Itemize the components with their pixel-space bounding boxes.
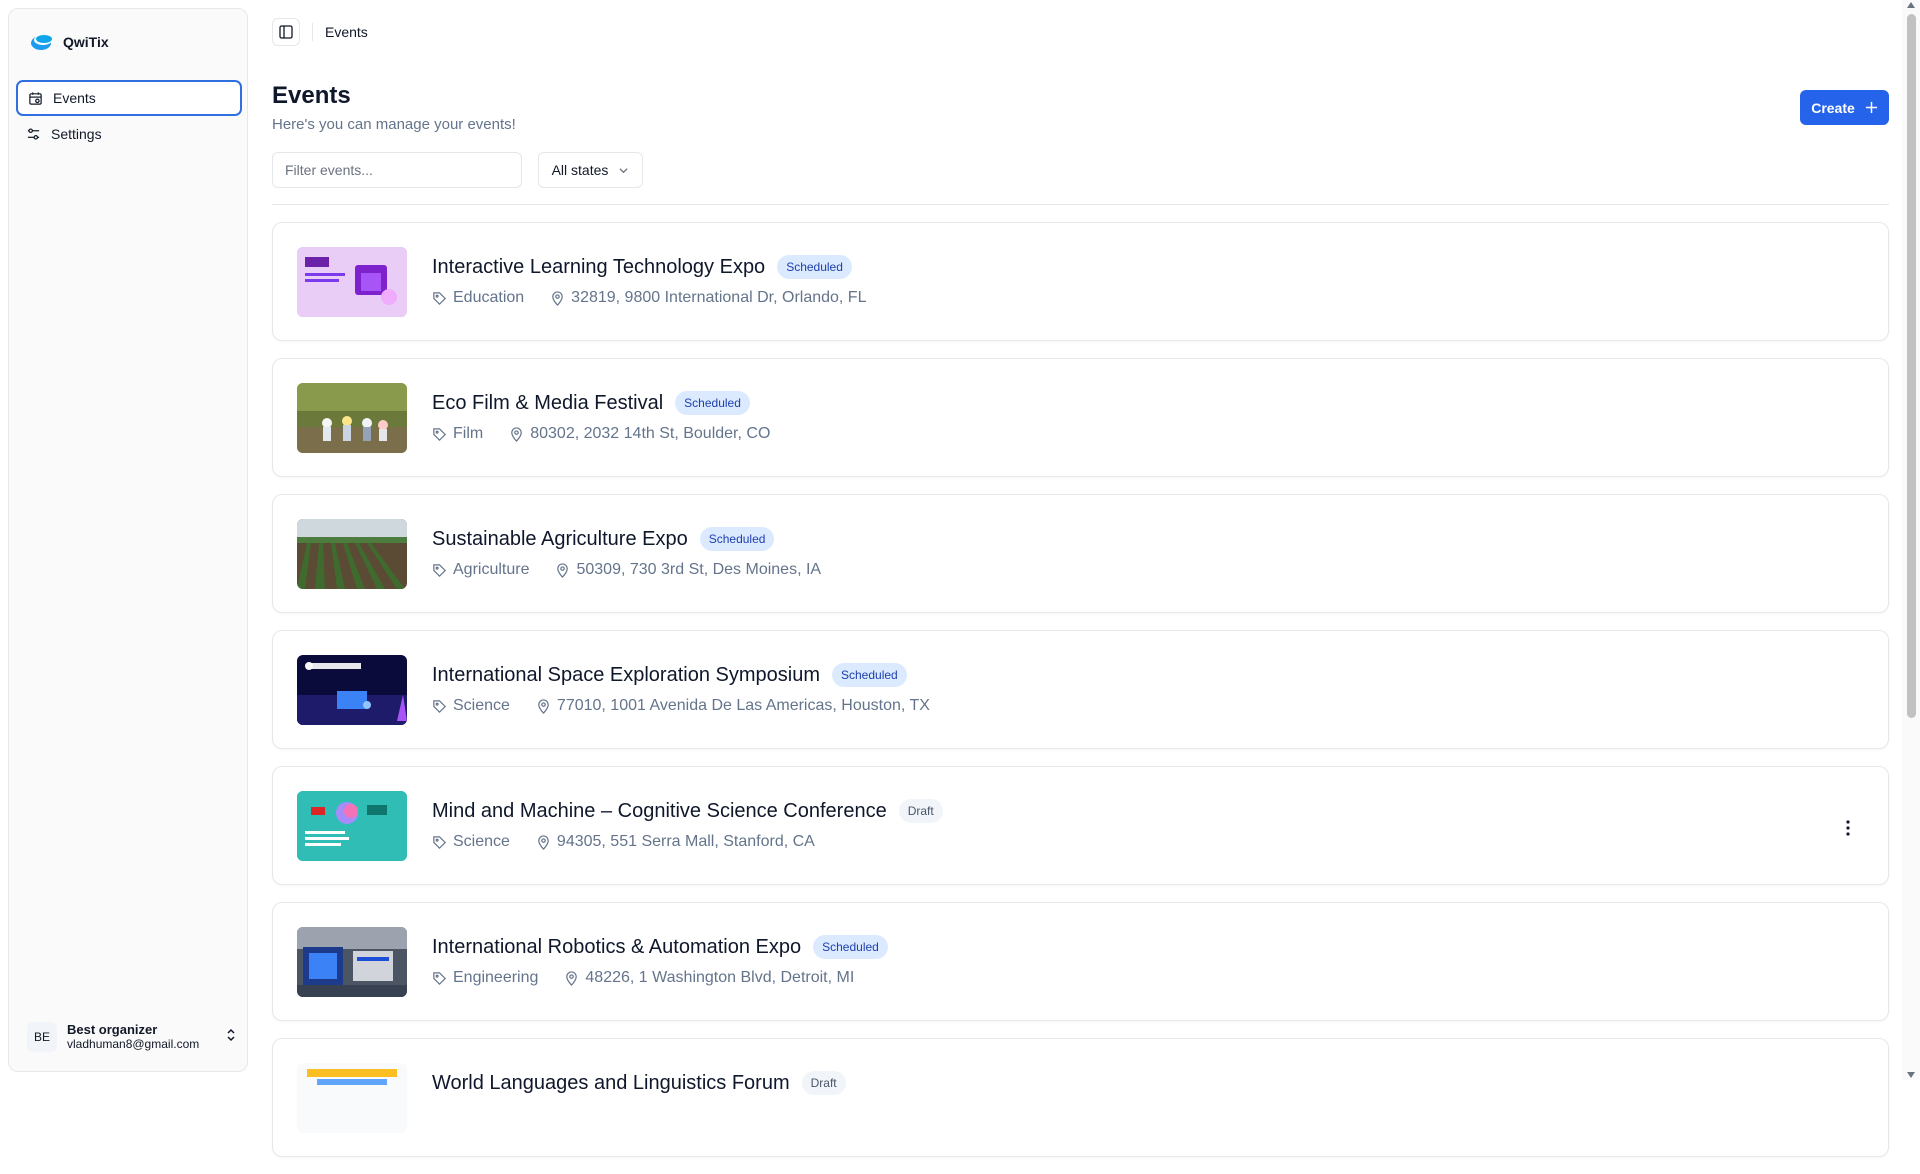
- state-select-label: All states: [551, 162, 609, 178]
- scroll-up-icon[interactable]: [1907, 2, 1915, 8]
- user-email: vladhuman8@gmail.com: [67, 1036, 200, 1051]
- status-badge: Scheduled: [832, 663, 907, 687]
- tag-icon: [433, 699, 446, 713]
- chevron-down-icon: [619, 167, 629, 173]
- breadcrumb[interactable]: Events: [325, 24, 368, 40]
- state-select[interactable]: All states: [538, 152, 643, 188]
- event-location: 77010, 1001 Avenida De Las Americas, Hou…: [556, 697, 930, 714]
- event-name[interactable]: Mind and Machine – Cognitive Science Con…: [432, 800, 887, 823]
- event-category: Science: [453, 833, 510, 850]
- status-badge: Scheduled: [699, 527, 775, 551]
- more-options-icon[interactable]: [1844, 819, 1852, 837]
- panel-left-icon: [279, 25, 293, 39]
- page-subtitle: Here's you can manage your events!: [272, 116, 516, 133]
- sidebar-nav: Events Settings: [16, 80, 242, 152]
- map-pin-icon: [511, 426, 523, 442]
- event-thumbnail: [297, 791, 407, 861]
- event-location: 80302, 2032 14th St, Boulder, CO: [530, 425, 771, 442]
- event-card[interactable]: Eco Film & Media Festival Scheduled Film…: [272, 358, 1889, 477]
- brand[interactable]: QwiTix: [29, 31, 109, 53]
- event-name[interactable]: Interactive Learning Technology Expo: [432, 256, 765, 279]
- sidebar: QwiTix Events Settings BE Best organizer…: [8, 8, 248, 1072]
- event-card[interactable]: International Robotics & Automation Expo…: [272, 902, 1889, 1021]
- event-location: 50309, 730 3rd St, Des Moines, IA: [576, 561, 822, 578]
- event-card[interactable]: World Languages and Linguistics Forum Dr…: [272, 1038, 1889, 1157]
- event-card[interactable]: Mind and Machine – Cognitive Science Con…: [272, 766, 1889, 885]
- sidebar-item-label: Settings: [51, 126, 102, 142]
- app-name: QwiTix: [63, 34, 109, 50]
- event-location: 32819, 9800 International Dr, Orlando, F…: [571, 289, 867, 306]
- page-header: Events Here's you can manage your events…: [272, 82, 516, 133]
- tag-icon: [433, 971, 446, 985]
- event-name[interactable]: World Languages and Linguistics Forum: [432, 1072, 790, 1095]
- status-badge: Draft: [801, 1071, 846, 1095]
- event-card[interactable]: Interactive Learning Technology Expo Sch…: [272, 222, 1889, 341]
- user-name: Best organizer: [67, 1021, 158, 1037]
- filter-events-input[interactable]: [272, 152, 522, 188]
- qwitix-logo-icon: [31, 35, 52, 50]
- event-thumbnail: [297, 519, 407, 589]
- scroll-down-icon[interactable]: [1907, 1072, 1915, 1078]
- event-thumbnail: [297, 927, 407, 997]
- sidebar-item-label: Events: [53, 90, 96, 106]
- event-category: Education: [453, 289, 525, 306]
- event-name[interactable]: International Space Exploration Symposiu…: [432, 664, 820, 687]
- event-category: Film: [453, 425, 484, 442]
- scrollbar[interactable]: [1902, 0, 1920, 1080]
- tag-icon: [433, 835, 446, 849]
- create-button-label: Create: [1811, 99, 1855, 116]
- event-thumbnail: [297, 383, 407, 453]
- topbar: Events: [272, 18, 368, 46]
- filters-bar: All states: [272, 152, 643, 188]
- map-pin-icon: [552, 290, 563, 306]
- status-badge: Scheduled: [675, 391, 750, 415]
- page-title: Events: [272, 82, 351, 109]
- tag-icon: [433, 291, 446, 305]
- sidebar-item-events[interactable]: Events: [16, 80, 242, 116]
- event-name[interactable]: Eco Film & Media Festival: [432, 392, 663, 415]
- plus-icon: [1865, 101, 1877, 114]
- divider: [272, 204, 1889, 205]
- scroll-thumb[interactable]: [1907, 14, 1916, 718]
- event-card[interactable]: Sustainable Agriculture Expo Scheduled A…: [272, 494, 1889, 613]
- sliders-icon: [27, 127, 40, 140]
- event-thumbnail: [297, 247, 407, 317]
- event-name[interactable]: International Robotics & Automation Expo: [432, 936, 801, 959]
- map-pin-icon: [566, 970, 578, 986]
- event-thumbnail: [297, 655, 407, 725]
- sidebar-item-settings[interactable]: Settings: [16, 116, 242, 152]
- event-category: Engineering: [453, 969, 539, 986]
- events-list: Interactive Learning Technology Expo Sch…: [272, 222, 1889, 1174]
- map-pin-icon: [557, 562, 569, 578]
- event-card[interactable]: International Space Exploration Symposiu…: [272, 630, 1889, 749]
- chevrons-up-down-icon[interactable]: [225, 1027, 237, 1048]
- event-category: Science: [453, 697, 510, 714]
- create-button[interactable]: Create: [1800, 90, 1889, 125]
- event-thumbnail: [297, 1063, 407, 1133]
- event-location: 48226, 1 Washington Blvd, Detroit, MI: [585, 969, 855, 986]
- map-pin-icon: [538, 698, 549, 714]
- status-badge: Scheduled: [813, 935, 888, 959]
- event-name[interactable]: Sustainable Agriculture Expo: [432, 528, 688, 551]
- event-category: Agriculture: [453, 561, 530, 578]
- tag-icon: [433, 563, 446, 577]
- avatar: BE: [27, 1022, 57, 1052]
- sidebar-toggle-button[interactable]: [272, 18, 300, 46]
- event-location: 94305, 551 Serra Mall, Stanford, CA: [556, 833, 815, 850]
- tag-icon: [433, 427, 446, 441]
- status-badge: Draft: [898, 799, 943, 823]
- user-menu[interactable]: BE Best organizer vladhuman8@gmail.com: [27, 1017, 237, 1057]
- map-pin-icon: [538, 834, 549, 850]
- breadcrumb-separator: [312, 23, 313, 41]
- calendar-icon: [29, 91, 42, 105]
- status-badge: Scheduled: [777, 255, 852, 279]
